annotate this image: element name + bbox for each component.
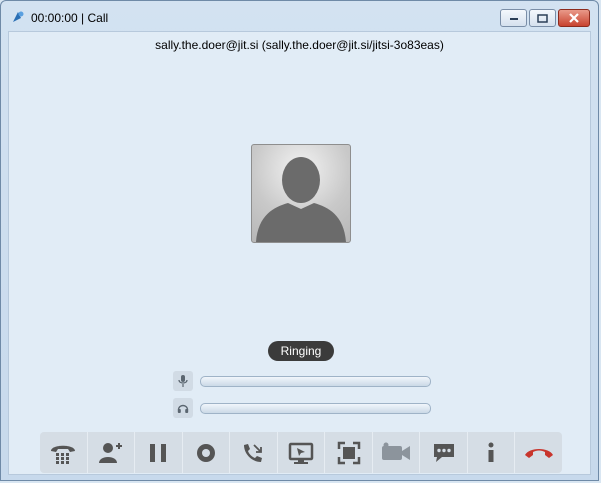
maximize-button[interactable] [529,9,556,27]
hold-icon [150,443,167,462]
hangup-button[interactable] [515,432,562,473]
close-button[interactable] [558,9,590,27]
dialpad-button[interactable] [40,432,88,473]
window-title: 00:00:00 | Call [31,11,109,25]
video-button[interactable] [373,432,421,473]
record-button[interactable] [183,432,231,473]
record-icon [196,443,215,462]
speaker-level-bar [200,402,431,414]
add-participant-button[interactable] [88,432,136,473]
call-toolbar [40,432,562,473]
jitsi-logo-icon [11,10,25,24]
transfer-button[interactable] [230,432,278,473]
microphone-level-bar [200,375,431,387]
contact-avatar [251,144,351,243]
speaker-level-row [173,398,431,418]
call-panel: sally.the.doer@jit.si (sally.the.doer@ji… [8,31,591,475]
desktop-share-icon [288,442,314,464]
desktop-share-button[interactable] [278,432,326,473]
video-icon [382,442,411,460]
chat-icon [433,443,454,462]
hangup-icon [524,448,553,458]
transfer-icon [244,443,263,462]
add-participant-icon [98,442,122,463]
peer-address: sally.the.doer@jit.si (sally.the.doer@ji… [155,38,444,52]
person-silhouette-icon [256,157,346,242]
chat-button[interactable] [420,432,468,473]
fullscreen-icon [337,441,360,464]
headphones-icon[interactable] [173,398,193,418]
call-status-badge: Ringing [268,341,334,361]
info-button[interactable] [468,432,516,473]
hold-button[interactable] [135,432,183,473]
dialpad-icon [51,445,76,464]
microphone-icon[interactable] [173,371,193,391]
fullscreen-button[interactable] [325,432,373,473]
minimize-button[interactable] [500,9,527,27]
title-bar[interactable]: 00:00:00 | Call [1,1,598,31]
call-window: 00:00:00 | Call sally.the.doer@jit.si (s… [0,0,599,481]
microphone-level-row [173,371,431,391]
info-icon [488,442,494,462]
